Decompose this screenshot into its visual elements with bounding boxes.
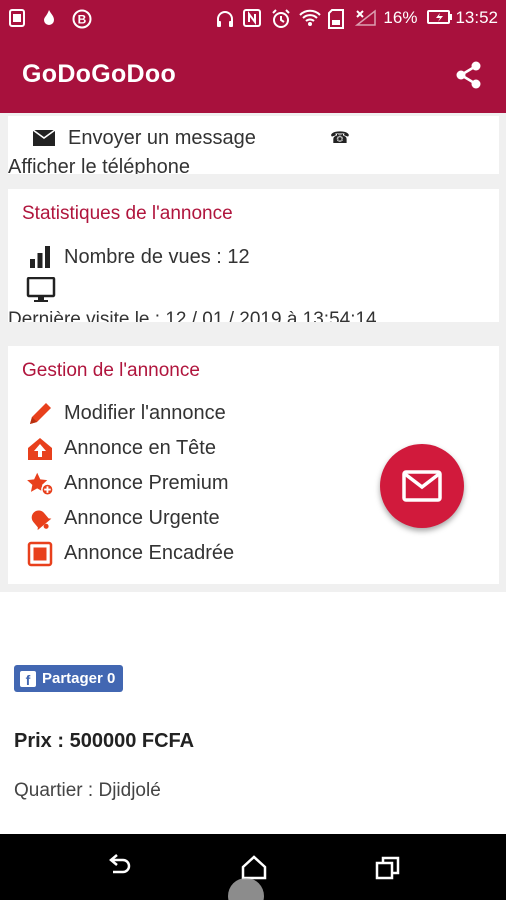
top-listing-item[interactable]: Annonce en Tête xyxy=(26,431,234,466)
bell-icon xyxy=(26,505,54,533)
phone-icon[interactable]: ☎ xyxy=(330,128,350,148)
stats-title: Statistiques de l'annonce xyxy=(22,203,233,224)
management-title: Gestion de l'annonce xyxy=(22,360,200,381)
edit-listing-label: Modifier l'annonce xyxy=(64,402,226,424)
pencil-icon xyxy=(26,400,54,428)
facebook-share-button[interactable]: f Partager 0 xyxy=(14,665,124,692)
price-label: Prix : 500000 FCFA xyxy=(14,730,195,752)
bar-chart-icon xyxy=(26,243,54,271)
show-phone-link[interactable]: Afficher le téléphone xyxy=(8,156,190,174)
last-visit-label: Dernière visite le : 12 / 01 / 2019 à 13… xyxy=(8,309,377,322)
b-icon: B xyxy=(72,9,92,29)
quartier-label: Quartier : Djidjolé xyxy=(14,780,161,801)
star-plus-icon xyxy=(26,470,54,498)
premium-listing-item[interactable]: Annonce Premium xyxy=(26,466,234,501)
sd-card-icon xyxy=(327,9,345,29)
message-fab[interactable] xyxy=(380,444,464,528)
fire-icon xyxy=(40,9,58,27)
share-icon[interactable] xyxy=(454,60,484,90)
svg-text:B: B xyxy=(78,13,87,27)
send-message-row[interactable]: Envoyer un message xyxy=(30,124,256,152)
frame-icon xyxy=(26,540,54,568)
urgent-listing-label: Annonce Urgente xyxy=(64,507,220,529)
app-bar: GoDoGoDoo xyxy=(0,36,506,113)
back-icon[interactable] xyxy=(105,854,133,882)
stats-card: Statistiques de l'annonce Nombre de vues… xyxy=(8,189,499,322)
battery-icon xyxy=(427,9,453,27)
battery-percent: 16% xyxy=(383,8,418,27)
signal-icon xyxy=(355,9,377,27)
top-listing-label: Annonce en Tête xyxy=(64,437,216,459)
home-up-icon xyxy=(26,435,54,463)
framed-listing-item[interactable]: Annonce Encadrée xyxy=(26,536,234,571)
wifi-icon xyxy=(299,9,322,27)
views-label: Nombre de vues : 12 xyxy=(64,245,250,268)
facebook-share-label: Partager 0 xyxy=(42,670,116,687)
clock: 13:52 xyxy=(455,8,498,27)
nfc-icon xyxy=(243,9,262,27)
send-message-label: Envoyer un message xyxy=(68,126,256,149)
monitor-icon xyxy=(26,276,56,308)
views-row: Nombre de vues : 12 xyxy=(26,243,250,271)
contact-card: Envoyer un message ☎ Afficher le télépho… xyxy=(8,116,499,174)
listing-details: f Partager 0 Prix : 500000 FCFA Quartier… xyxy=(0,592,506,834)
management-list: Modifier l'annonce Annonce en Tête Annon… xyxy=(26,396,234,571)
edit-listing-item[interactable]: Modifier l'annonce xyxy=(26,396,234,431)
screen: B 16% 13:52 GoDoGoDoo Envoyer un message… xyxy=(0,0,506,900)
status-bar: B 16% 13:52 xyxy=(0,0,506,36)
framed-listing-label: Annonce Encadrée xyxy=(64,542,235,564)
headphones-icon xyxy=(215,9,234,27)
sim-icon xyxy=(8,9,26,27)
mail-icon xyxy=(30,124,58,152)
recents-icon[interactable] xyxy=(374,854,402,882)
premium-listing-label: Annonce Premium xyxy=(64,472,229,494)
app-title: GoDoGoDoo xyxy=(22,60,177,88)
urgent-listing-item[interactable]: Annonce Urgente xyxy=(26,501,234,536)
alarm-icon xyxy=(271,9,291,28)
facebook-icon: f xyxy=(20,670,36,687)
envelope-icon xyxy=(402,470,442,502)
